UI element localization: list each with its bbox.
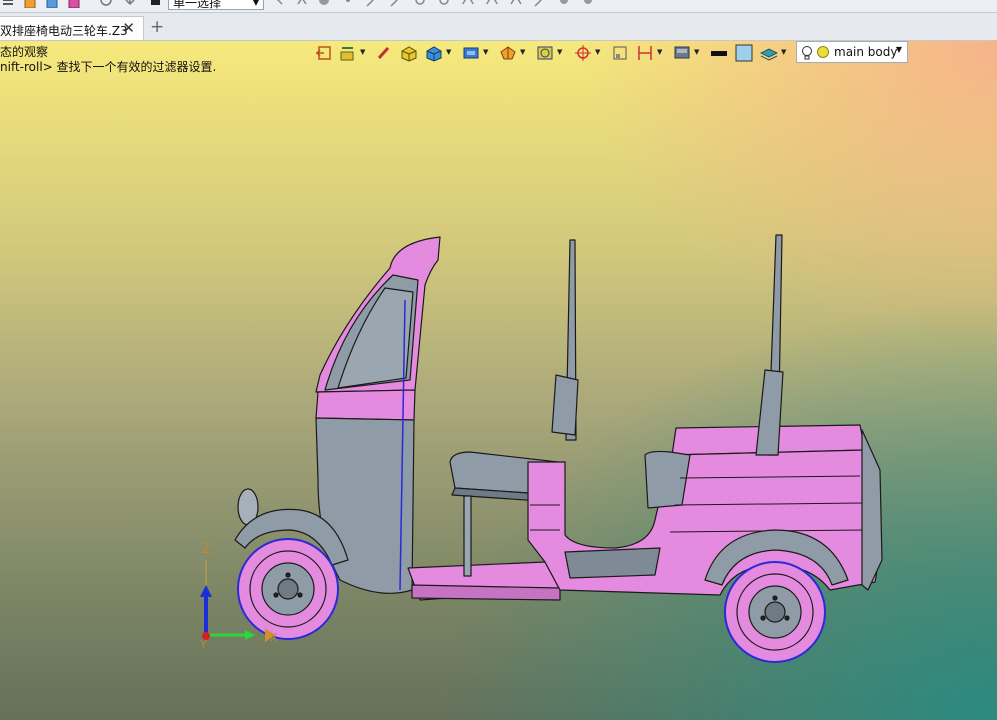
front-seat-back: [551, 374, 579, 436]
graphics-viewport[interactable]: 态的观察 nift-roll> 查找下一个有效的过滤器设置. ▼ ▼ ▼ ▼ ▼…: [0, 41, 997, 720]
rear-step-grille: [564, 547, 661, 579]
undo-icon[interactable]: [100, 0, 112, 8]
y-axis-label: Y: [199, 638, 207, 651]
cab-belt: [315, 389, 416, 421]
stop-icon[interactable]: [150, 0, 162, 8]
pick-point-icon[interactable]: [296, 0, 308, 8]
pick-icon[interactable]: [272, 0, 284, 8]
close-tab-icon[interactable]: ✕: [122, 19, 135, 37]
record-icon[interactable]: [318, 0, 330, 8]
front-wheel: [237, 538, 339, 640]
front-seat-post: [463, 495, 472, 577]
spline-icon[interactable]: [486, 0, 498, 8]
selection-filter-dropdown[interactable]: 单一选择 ▼: [168, 0, 264, 10]
circle-3pt-icon[interactable]: [438, 0, 450, 8]
open-icon[interactable]: [46, 0, 58, 9]
z-axis-label: Z: [202, 542, 211, 557]
new-file-icon[interactable]: [24, 0, 36, 9]
settings-icon[interactable]: [582, 0, 594, 8]
rear-seat-back: [755, 369, 784, 456]
rear-light-cluster: [861, 429, 883, 591]
chevron-down-icon: ▼: [252, 0, 259, 7]
save-icon[interactable]: [68, 0, 80, 9]
main-toolbar: 单一选择 ▼: [0, 0, 997, 13]
document-tab[interactable]: 双排座椅电动三轮车.Z3 ✕: [0, 16, 144, 40]
point-icon[interactable]: [342, 0, 354, 8]
tricycle-3d-model[interactable]: Z Y X: [0, 41, 997, 720]
gear-icon[interactable]: [558, 0, 570, 8]
rear-seat-cushion: [644, 450, 691, 509]
chassis-skirt: [411, 584, 561, 601]
new-tab-button[interactable]: +: [150, 17, 164, 37]
document-tab-bar: 双排座椅电动三轮车.Z3 ✕ +: [0, 13, 997, 41]
x-axis-label: X: [270, 631, 278, 644]
line-icon[interactable]: [366, 0, 378, 8]
offset-icon[interactable]: [534, 0, 546, 8]
curve-icon[interactable]: [462, 0, 474, 8]
circle-icon[interactable]: [414, 0, 426, 8]
redo-icon[interactable]: [124, 0, 136, 8]
arc-icon[interactable]: [390, 0, 402, 8]
selection-filter-value: 单一选择: [173, 0, 222, 10]
document-tab-label: 双排座椅电动三轮车.Z3: [0, 24, 128, 38]
rear-wheel: [724, 561, 826, 663]
polyline-icon[interactable]: [510, 0, 522, 8]
menu-icon[interactable]: [2, 0, 14, 8]
